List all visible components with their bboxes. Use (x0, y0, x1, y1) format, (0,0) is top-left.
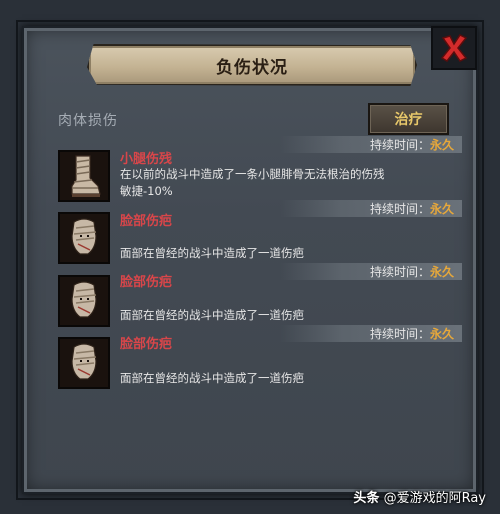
title-banner: 负伤状况 (87, 44, 417, 86)
duration-text: 持续时间：永久 (369, 327, 454, 341)
duration-text: 持续时间：永久 (369, 265, 454, 279)
duration-bar: 持续时间：永久 (58, 200, 462, 217)
page-title: 负伤状况 (216, 57, 288, 78)
injury-name: 小腿伤残 (120, 152, 173, 167)
close-x-icon (440, 34, 468, 62)
duration-value: 永久 (429, 327, 454, 341)
scarred-face-icon (58, 337, 110, 389)
duration-value: 永久 (429, 138, 454, 152)
injury-description: 在以前的战斗中造成了一条小腿腓骨无法根治的伤残 (120, 167, 385, 181)
injury-description: 面部在曾经的战斗中造成了一道伤疤 (120, 308, 304, 322)
injury-stat: 敏捷-10% (120, 184, 173, 198)
duration-value: 永久 (429, 265, 454, 279)
duration-bar: 持续时间：永久 (58, 263, 462, 280)
bandaged-leg-icon (58, 150, 110, 202)
duration-text: 持续时间：永久 (369, 202, 454, 216)
duration-text: 持续时间：永久 (369, 138, 454, 152)
injury-name: 脸部伤疤 (120, 337, 173, 352)
scarred-face-icon (58, 275, 110, 327)
injury-name: 脸部伤疤 (120, 214, 173, 229)
scarred-face-icon (58, 212, 110, 264)
duration-bar: 持续时间：永久 (58, 136, 462, 153)
heal-button[interactable]: 治疗 (368, 103, 449, 135)
injury-description: 面部在曾经的战斗中造成了一道伤疤 (120, 371, 304, 385)
section-label: 肉体损伤 (58, 113, 118, 129)
injury-name: 脸部伤疤 (120, 275, 173, 290)
watermark: 头条 @爱游戏的阿Ray (353, 491, 486, 506)
duration-value: 永久 (429, 202, 454, 216)
close-button[interactable] (431, 26, 477, 70)
duration-bar: 持续时间：永久 (58, 325, 462, 342)
injury-description: 面部在曾经的战斗中造成了一道伤疤 (120, 246, 304, 260)
